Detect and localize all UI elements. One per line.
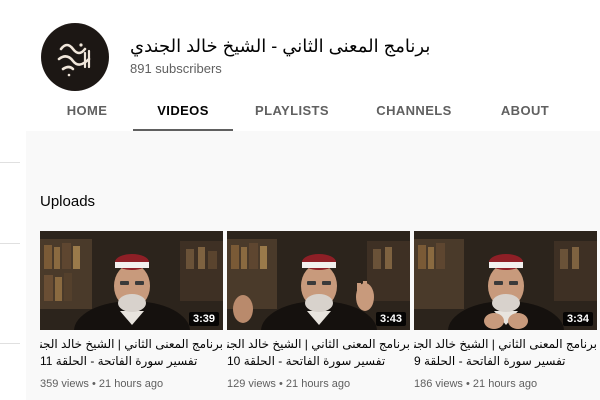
- uploads-heading[interactable]: Uploads: [40, 193, 95, 210]
- video-thumbnail[interactable]: 3:39: [40, 231, 223, 330]
- video-meta: 129 views • 21 hours ago: [227, 378, 410, 390]
- video-title[interactable]: برنامج المعنى الثاني | الشيخ خالد الجندي…: [40, 336, 223, 370]
- video-meta: 186 views • 21 hours ago: [414, 378, 597, 390]
- video-age: 21 hours ago: [285, 378, 351, 390]
- video-views: 186 views: [414, 378, 463, 390]
- video-title-line: تفسير سورة الفاتحة - الحلقة 11: [40, 354, 198, 368]
- video-duration: 3:39: [188, 312, 219, 326]
- video-duration: 3:43: [375, 312, 406, 326]
- channel-tabs: HOME VIDEOS PLAYLISTS CHANNELS ABOUT: [26, 90, 600, 131]
- meta-separator: •: [91, 378, 99, 390]
- video-card: 3:39 برنامج المعنى الثاني | الشيخ خالد ا…: [40, 231, 223, 390]
- video-views: 129 views: [227, 378, 276, 390]
- subscriber-count: 891 subscribers: [130, 61, 222, 76]
- video-title-line: تفسير سورة الفاتحة - الحلقة 9: [414, 354, 566, 368]
- channel-logo-icon: [42, 24, 108, 90]
- active-tab-indicator: [133, 129, 233, 131]
- meta-separator: •: [278, 378, 286, 390]
- video-duration: 3:34: [562, 312, 593, 326]
- video-title[interactable]: برنامج المعنى الثاني | الشيخ خالد الجندي…: [414, 336, 597, 370]
- tab-home[interactable]: HOME: [56, 90, 118, 131]
- video-title-line: برنامج المعنى الثاني | الشيخ خالد الجندي…: [40, 337, 223, 351]
- rail-divider: [0, 162, 20, 163]
- left-rail: [0, 0, 26, 400]
- tab-channels[interactable]: CHANNELS: [372, 90, 456, 131]
- video-card: 3:34 برنامج المعنى الثاني | الشيخ خالد ا…: [414, 231, 597, 390]
- video-views: 359 views: [40, 378, 89, 390]
- video-thumbnail[interactable]: 3:34: [414, 231, 597, 330]
- video-thumbnail[interactable]: 3:43: [227, 231, 410, 330]
- channel-name: برنامج المعنى الثاني - الشيخ خالد الجندي: [130, 36, 431, 56]
- video-age: 21 hours ago: [98, 378, 164, 390]
- channel-avatar[interactable]: [41, 23, 109, 91]
- video-meta: 359 views • 21 hours ago: [40, 378, 223, 390]
- video-title-line: برنامج المعنى الثاني | الشيخ خالد الجندي…: [227, 337, 410, 351]
- video-title-line: تفسير سورة الفاتحة - الحلقة 10: [227, 354, 386, 368]
- tab-about[interactable]: ABOUT: [494, 90, 556, 131]
- tab-playlists[interactable]: PLAYLISTS: [250, 90, 334, 131]
- tab-videos[interactable]: VIDEOS: [133, 90, 233, 131]
- video-card: 3:43 برنامج المعنى الثاني | الشيخ خالد ا…: [227, 231, 410, 390]
- meta-separator: •: [465, 378, 473, 390]
- video-title-line: برنامج المعنى الثاني | الشيخ خالد الجندي…: [414, 337, 597, 351]
- video-title[interactable]: برنامج المعنى الثاني | الشيخ خالد الجندي…: [227, 336, 410, 370]
- tab-videos-label: VIDEOS: [157, 103, 209, 118]
- rail-divider: [0, 243, 20, 244]
- video-age: 21 hours ago: [472, 378, 538, 390]
- rail-divider: [0, 343, 20, 344]
